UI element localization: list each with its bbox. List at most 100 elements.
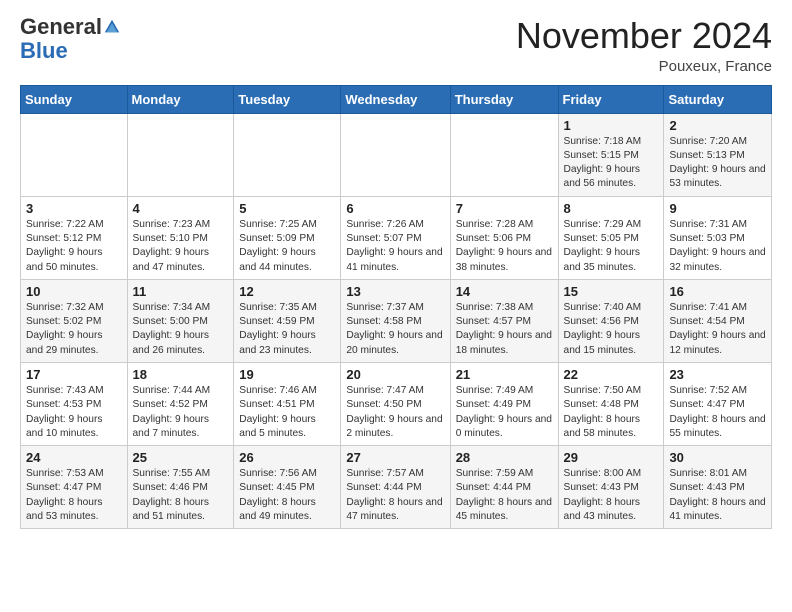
day-number: 14 (456, 284, 553, 299)
day-info: Sunrise: 7:22 AMSunset: 5:12 PMDaylight:… (26, 218, 122, 275)
logo-general-text: General (20, 16, 102, 38)
calendar-day-cell: 15 Sunrise: 7:40 AMSunset: 4:56 PMDayligh… (558, 279, 664, 362)
calendar-day-cell: 27 Sunrise: 7:57 AMSunset: 4:44 PMDayligh… (341, 446, 450, 529)
day-info: Sunrise: 7:41 AMSunset: 4:54 PMDaylight:… (669, 301, 766, 358)
day-info: Sunrise: 7:34 AMSunset: 5:00 PMDaylight:… (133, 301, 229, 358)
location: Pouxeux, France (516, 58, 772, 75)
calendar-day-cell: 19 Sunrise: 7:46 AMSunset: 4:51 PMDayligh… (234, 362, 341, 445)
calendar-day-cell: 26Sunrise: 7:56 AMSunset: 4:45 PMDayligh… (234, 446, 341, 529)
day-info: Sunrise: 7:43 AMSunset: 4:53 PMDaylight:… (26, 384, 122, 441)
calendar-header-row: SundayMondayTuesdayWednesdayThursdayFrid… (21, 85, 772, 113)
day-number: 17 (26, 367, 122, 382)
day-info: Sunrise: 7:23 AMSunset: 5:10 PMDaylight:… (133, 218, 229, 275)
day-info: Sunrise: 7:49 AMSunset: 4:49 PMDaylight:… (456, 384, 553, 441)
day-number: 24 (26, 450, 122, 465)
day-number: 19 (239, 367, 335, 382)
day-info: Sunrise: 7:35 AMSunset: 4:59 PMDaylight:… (239, 301, 335, 358)
calendar-day-cell (234, 113, 341, 196)
day-number: 1 (564, 118, 659, 133)
calendar-day-cell: 29Sunrise: 8:00 AMSunset: 4:43 PMDayligh… (558, 446, 664, 529)
calendar-day-header: Wednesday (341, 85, 450, 113)
day-info: Sunrise: 7:40 AMSunset: 4:56 PMDaylight:… (564, 301, 659, 358)
calendar-day-cell: 30Sunrise: 8:01 AMSunset: 4:43 PMDayligh… (664, 446, 772, 529)
day-number: 8 (564, 201, 659, 216)
calendar-day-cell (450, 113, 558, 196)
calendar-day-cell: 8 Sunrise: 7:29 AMSunset: 5:05 PMDaylight… (558, 196, 664, 279)
day-info: Sunrise: 7:38 AMSunset: 4:57 PMDaylight:… (456, 301, 553, 358)
day-info: Sunrise: 7:26 AMSunset: 5:07 PMDaylight:… (346, 218, 444, 275)
title-block: November 2024 Pouxeux, France (516, 16, 772, 75)
day-info: Sunrise: 7:20 AMSunset: 5:13 PMDaylight:… (669, 135, 766, 192)
day-number: 5 (239, 201, 335, 216)
calendar-day-cell: 6 Sunrise: 7:26 AMSunset: 5:07 PMDaylight… (341, 196, 450, 279)
calendar-day-header: Saturday (664, 85, 772, 113)
calendar-day-cell: 20Sunrise: 7:47 AMSunset: 4:50 PMDayligh… (341, 362, 450, 445)
day-number: 16 (669, 284, 766, 299)
calendar-day-header: Friday (558, 85, 664, 113)
calendar-day-cell: 14 Sunrise: 7:38 AMSunset: 4:57 PMDayligh… (450, 279, 558, 362)
calendar-day-cell: 28 Sunrise: 7:59 AMSunset: 4:44 PMDayligh… (450, 446, 558, 529)
day-info: Sunrise: 7:31 AMSunset: 5:03 PMDaylight:… (669, 218, 766, 275)
calendar-week-row: 17 Sunrise: 7:43 AMSunset: 4:53 PMDayligh… (21, 362, 772, 445)
logo-icon (103, 18, 121, 36)
calendar-day-cell: 10 Sunrise: 7:32 AMSunset: 5:02 PMDayligh… (21, 279, 128, 362)
calendar-day-cell (127, 113, 234, 196)
calendar-day-cell: 16 Sunrise: 7:41 AMSunset: 4:54 PMDayligh… (664, 279, 772, 362)
day-number: 10 (26, 284, 122, 299)
day-number: 27 (346, 450, 444, 465)
page: General Blue November 2024 Pouxeux, Fran… (0, 0, 792, 545)
day-number: 11 (133, 284, 229, 299)
day-number: 15 (564, 284, 659, 299)
calendar-week-row: 1 Sunrise: 7:18 AMSunset: 5:15 PMDaylight… (21, 113, 772, 196)
day-info: Sunrise: 7:46 AMSunset: 4:51 PMDaylight:… (239, 384, 335, 441)
calendar-day-cell: 2Sunrise: 7:20 AMSunset: 5:13 PMDaylight… (664, 113, 772, 196)
calendar-table: SundayMondayTuesdayWednesdayThursdayFrid… (20, 85, 772, 530)
day-info: Sunrise: 8:01 AMSunset: 4:43 PMDaylight:… (669, 467, 766, 524)
day-number: 3 (26, 201, 122, 216)
day-info: Sunrise: 7:57 AMSunset: 4:44 PMDaylight:… (346, 467, 444, 524)
logo-blue-text: Blue (20, 38, 68, 64)
calendar-day-cell: 1 Sunrise: 7:18 AMSunset: 5:15 PMDaylight… (558, 113, 664, 196)
calendar-day-cell: 25 Sunrise: 7:55 AMSunset: 4:46 PMDayligh… (127, 446, 234, 529)
day-number: 18 (133, 367, 229, 382)
calendar-day-header: Tuesday (234, 85, 341, 113)
day-info: Sunrise: 7:50 AMSunset: 4:48 PMDaylight:… (564, 384, 659, 441)
day-number: 6 (346, 201, 444, 216)
calendar-day-cell: 18 Sunrise: 7:44 AMSunset: 4:52 PMDayligh… (127, 362, 234, 445)
header: General Blue November 2024 Pouxeux, Fran… (20, 16, 772, 75)
day-info: Sunrise: 7:56 AMSunset: 4:45 PMDaylight:… (239, 467, 335, 524)
day-number: 12 (239, 284, 335, 299)
calendar-day-header: Sunday (21, 85, 128, 113)
calendar-day-cell: 21 Sunrise: 7:49 AMSunset: 4:49 PMDayligh… (450, 362, 558, 445)
calendar-day-header: Thursday (450, 85, 558, 113)
day-info: Sunrise: 7:44 AMSunset: 4:52 PMDaylight:… (133, 384, 229, 441)
day-number: 22 (564, 367, 659, 382)
calendar-day-cell: 12 Sunrise: 7:35 AMSunset: 4:59 PMDayligh… (234, 279, 341, 362)
day-info: Sunrise: 7:37 AMSunset: 4:58 PMDaylight:… (346, 301, 444, 358)
calendar-day-header: Monday (127, 85, 234, 113)
calendar-week-row: 3 Sunrise: 7:22 AMSunset: 5:12 PMDaylight… (21, 196, 772, 279)
calendar-day-cell: 17 Sunrise: 7:43 AMSunset: 4:53 PMDayligh… (21, 362, 128, 445)
day-info: Sunrise: 7:59 AMSunset: 4:44 PMDaylight:… (456, 467, 553, 524)
day-info: Sunrise: 7:52 AMSunset: 4:47 PMDaylight:… (669, 384, 766, 441)
calendar-day-cell: 7Sunrise: 7:28 AMSunset: 5:06 PMDaylight… (450, 196, 558, 279)
calendar-day-cell: 9 Sunrise: 7:31 AMSunset: 5:03 PMDaylight… (664, 196, 772, 279)
calendar-day-cell (341, 113, 450, 196)
day-info: Sunrise: 7:32 AMSunset: 5:02 PMDaylight:… (26, 301, 122, 358)
day-info: Sunrise: 7:53 AMSunset: 4:47 PMDaylight:… (26, 467, 122, 524)
day-number: 28 (456, 450, 553, 465)
day-number: 25 (133, 450, 229, 465)
day-info: Sunrise: 7:25 AMSunset: 5:09 PMDaylight:… (239, 218, 335, 275)
day-info: Sunrise: 7:55 AMSunset: 4:46 PMDaylight:… (133, 467, 229, 524)
calendar-day-cell: 22 Sunrise: 7:50 AMSunset: 4:48 PMDayligh… (558, 362, 664, 445)
day-info: Sunrise: 7:29 AMSunset: 5:05 PMDaylight:… (564, 218, 659, 275)
day-number: 21 (456, 367, 553, 382)
day-info: Sunrise: 7:18 AMSunset: 5:15 PMDaylight:… (564, 135, 659, 192)
month-title: November 2024 (516, 16, 772, 56)
calendar-week-row: 24 Sunrise: 7:53 AMSunset: 4:47 PMDayligh… (21, 446, 772, 529)
calendar-day-cell: 4 Sunrise: 7:23 AMSunset: 5:10 PMDaylight… (127, 196, 234, 279)
calendar-day-cell: 3 Sunrise: 7:22 AMSunset: 5:12 PMDaylight… (21, 196, 128, 279)
day-number: 9 (669, 201, 766, 216)
day-number: 4 (133, 201, 229, 216)
day-number: 7 (456, 201, 553, 216)
